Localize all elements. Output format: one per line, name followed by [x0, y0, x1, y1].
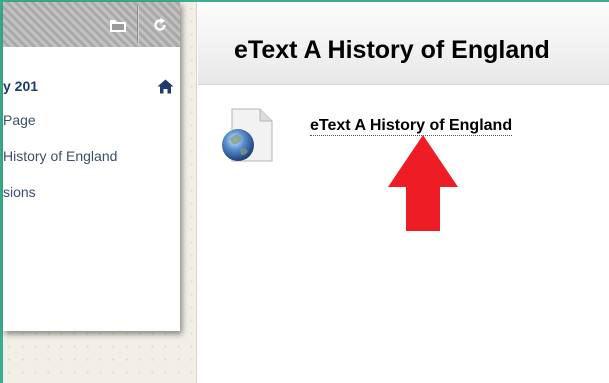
- refresh-icon: [154, 18, 166, 31]
- folder-icon: [110, 20, 126, 32]
- course-menu-panel: y 201 Page History of England sions: [3, 2, 180, 331]
- etext-link[interactable]: eText A History of England: [310, 117, 513, 136]
- menu-link-page[interactable]: Page: [3, 112, 36, 128]
- red-arrow-pointer: [388, 135, 458, 236]
- home-icon[interactable]: [157, 79, 174, 99]
- page-title: eText A History of England: [234, 36, 550, 64]
- menu-link-sions[interactable]: sions: [3, 184, 36, 200]
- folder-view-button[interactable]: [107, 14, 129, 36]
- refresh-button[interactable]: [149, 14, 171, 36]
- page-header: eText A History of England: [198, 2, 609, 85]
- course-menu-divider: [196, 2, 197, 383]
- course-menu-header: [3, 2, 180, 47]
- course-title[interactable]: y 201: [3, 78, 38, 94]
- header-separator: [137, 6, 138, 43]
- globe-file-icon: [220, 107, 274, 168]
- menu-link-history-of-england[interactable]: History of England: [3, 148, 117, 164]
